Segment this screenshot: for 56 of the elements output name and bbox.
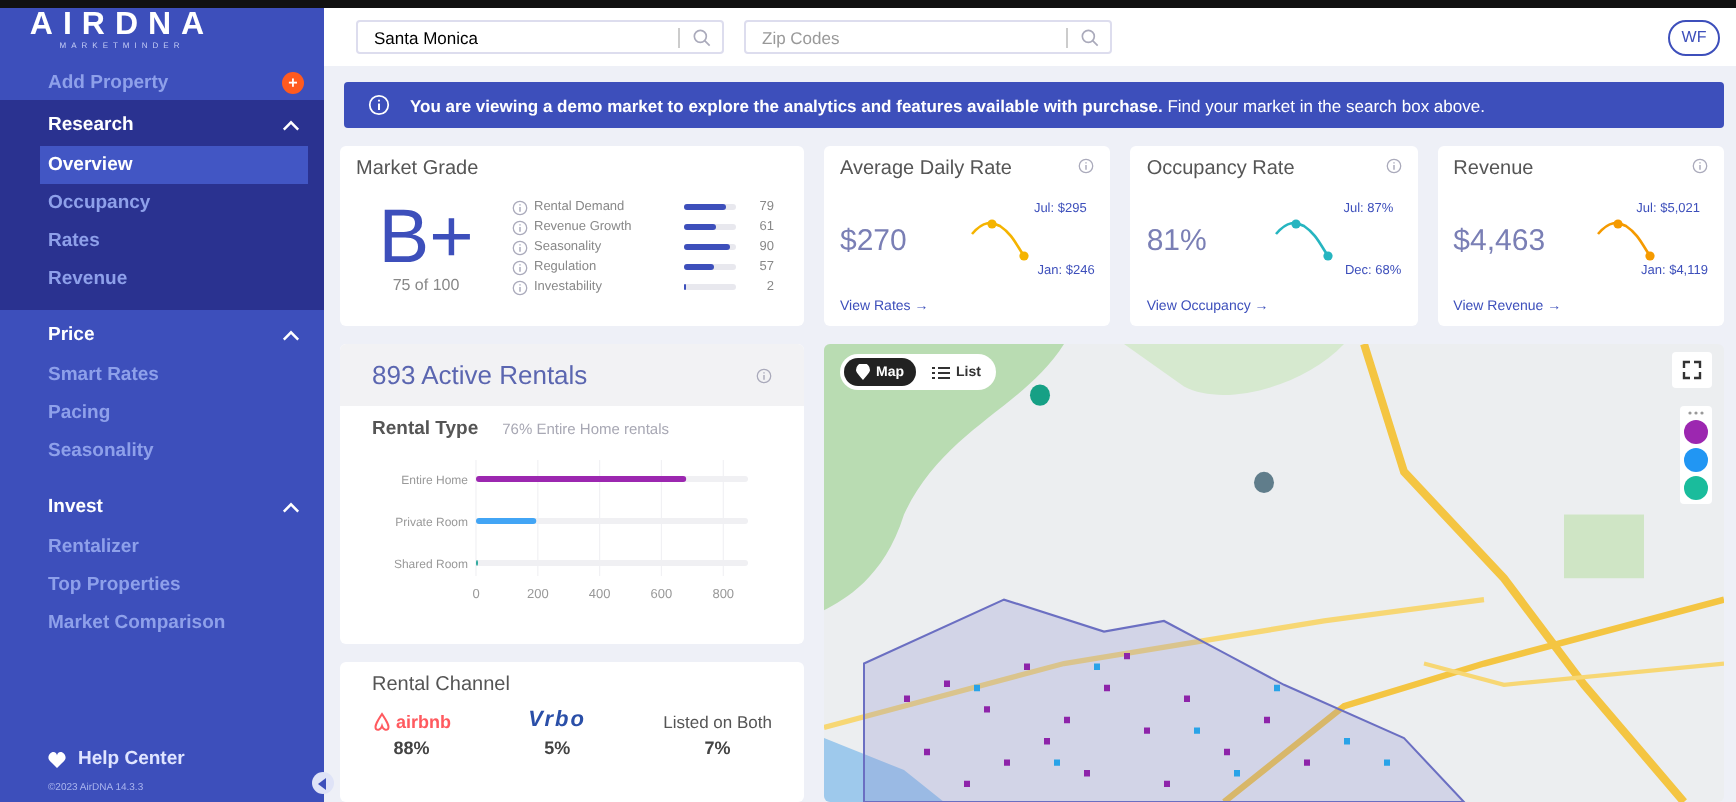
chevron-up-icon[interactable] (282, 501, 300, 513)
sidebar-item[interactable]: Occupancy (40, 184, 308, 222)
card-title: Occupancy Rate (1146, 158, 1295, 180)
rental-type-title: Rental Type (372, 418, 479, 440)
chevron-up-icon[interactable] (282, 329, 300, 341)
info-icon (368, 94, 390, 116)
user-avatar[interactable]: WF (1668, 19, 1720, 55)
sidebar-item[interactable]: Overview (40, 146, 308, 184)
chevron-up-icon[interactable] (282, 119, 300, 131)
info-icon[interactable] (756, 367, 772, 383)
sidebar-item[interactable]: Rates (40, 222, 308, 260)
search-icon[interactable] (692, 27, 712, 47)
card-title: Revenue (1453, 158, 1534, 180)
airbnb-logo: airbnb (372, 712, 452, 732)
section-header[interactable]: Invest (48, 496, 103, 518)
vrbo-logo: Vrbo (528, 708, 586, 732)
info-icon[interactable] (512, 199, 528, 215)
sidebar-item[interactable]: Revenue (40, 260, 308, 298)
channel-share: 88% (393, 738, 430, 758)
fullscreen-button[interactable] (1672, 352, 1712, 388)
layer-button[interactable] (1684, 420, 1708, 444)
collapse-button[interactable] (312, 772, 334, 794)
card-title: Rental Channel (372, 674, 512, 696)
metric-value: $270 (840, 223, 907, 257)
zip-search-field[interactable]: Zip Codes (744, 20, 1112, 54)
card-title: Market Grade (356, 158, 481, 180)
info-icon[interactable] (512, 239, 528, 255)
grade-score: 75 of 100 (392, 276, 460, 294)
channel-share: 7% (704, 738, 731, 758)
channel-share: 5% (544, 738, 571, 758)
banner-text: You are viewing a demo market to explore the analytics and features available with purchase. Find your market in the search box above. (410, 95, 1485, 115)
chevron-left-icon (318, 777, 328, 789)
grade-letter: B+ (378, 200, 474, 276)
metric-value: 81% (1146, 223, 1207, 257)
section-header[interactable]: Research (48, 114, 134, 136)
logo[interactable]: AIRDNA (29, 12, 215, 40)
info-icon[interactable] (512, 279, 528, 295)
fullscreen-icon (1682, 360, 1702, 380)
metric-value: $4,463 (1453, 223, 1546, 257)
card-title: Average Daily Rate (840, 158, 1012, 180)
layer-button[interactable] (1684, 448, 1708, 472)
pin-icon (856, 364, 870, 380)
search-icon[interactable] (1080, 27, 1100, 47)
info-icon[interactable] (1691, 158, 1708, 174)
heart-icon (48, 751, 66, 767)
drag-handle-icon[interactable] (1686, 410, 1706, 416)
help-center-link[interactable]: Help Center (78, 748, 185, 770)
info-icon[interactable] (1385, 158, 1402, 174)
info-icon[interactable] (512, 259, 528, 275)
info-icon[interactable] (1078, 158, 1095, 174)
card-title: 893 Active Rentals (372, 360, 588, 390)
channel-label: Listed on Both (663, 712, 772, 732)
market-search-field[interactable]: Santa Monica (356, 20, 724, 54)
info-icon[interactable] (512, 219, 528, 235)
list-icon (932, 365, 950, 379)
section-header[interactable]: Price (48, 324, 95, 346)
